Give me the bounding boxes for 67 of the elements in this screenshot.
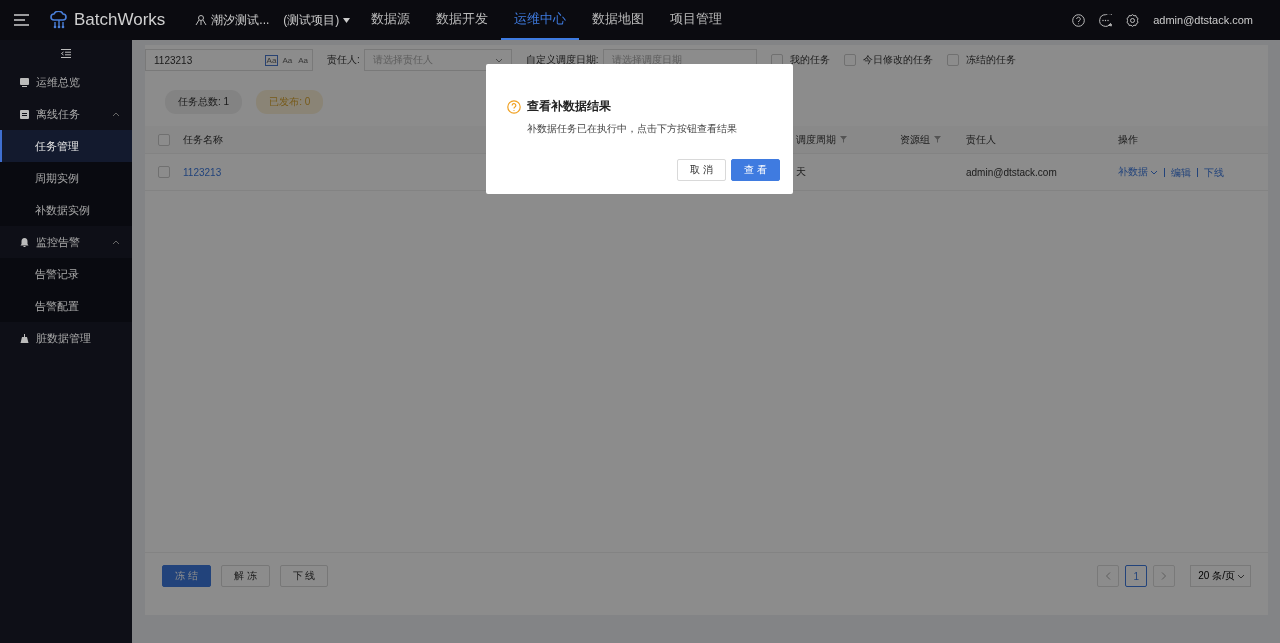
select-all-checkbox[interactable] xyxy=(158,133,170,146)
nav-tab[interactable]: 数据源 xyxy=(358,0,424,40)
sidebar-item[interactable]: 离线任务 xyxy=(0,98,132,130)
date-label: 自定义调度日期: xyxy=(525,53,599,67)
sidebar-item[interactable]: 任务管理 xyxy=(0,130,132,162)
chevron-left-icon xyxy=(1105,572,1112,580)
sidebar-item[interactable]: 监控告警 xyxy=(0,226,132,258)
summary-tag: 任务总数: 1 xyxy=(165,90,243,114)
sidebar-item[interactable]: 补数据实例 xyxy=(0,194,132,226)
task-icon xyxy=(20,109,29,119)
page-size-select[interactable]: 20 条/页 xyxy=(1190,565,1251,587)
owner-label: 责任人: xyxy=(327,53,360,67)
table-cell-text: 天 xyxy=(796,165,807,179)
nav-tab[interactable]: 项目管理 xyxy=(657,0,736,40)
cloud-logo-icon xyxy=(50,11,68,29)
column-header: 操作 xyxy=(1118,132,1139,147)
sidebar-item[interactable]: 周期实例 xyxy=(0,162,132,194)
caret-icon xyxy=(1237,573,1245,579)
dialog-title: 查看补数据结果 xyxy=(527,98,611,115)
dialog-button[interactable]: 查 看 xyxy=(731,159,780,181)
match-option[interactable]: Aa xyxy=(296,54,310,66)
dialog-message: 补数据任务已在执行中，点击下方按钮查看结果 xyxy=(527,122,738,136)
nav-tab[interactable]: 数据地图 xyxy=(579,0,658,40)
sidebar-item[interactable]: 告警记录 xyxy=(0,258,132,290)
help-icon xyxy=(507,99,521,114)
app-title: BatchWorks xyxy=(74,10,166,30)
filter-checkbox[interactable]: 冻结的任务 xyxy=(946,53,1016,67)
action-link[interactable]: 下线 xyxy=(1197,167,1230,177)
message-icon[interactable] xyxy=(1099,13,1113,27)
chevron-icon xyxy=(112,239,120,245)
filter-checkbox[interactable]: 今日修改的任务 xyxy=(843,53,933,67)
action-button[interactable]: 下 线 xyxy=(279,565,329,587)
collapse-icon[interactable] xyxy=(61,48,71,58)
user-email[interactable]: admin@dtstack.com xyxy=(1153,14,1253,26)
sidebar-item[interactable]: 脏数据管理 xyxy=(0,322,132,354)
caret-icon xyxy=(494,57,503,63)
monitor-icon xyxy=(20,77,29,87)
chevron-icon xyxy=(112,111,120,117)
match-option[interactable]: Aa xyxy=(280,54,295,66)
search-field[interactable]: 1123213 Aa Aa Aa xyxy=(145,49,313,71)
help-icon[interactable] xyxy=(1072,13,1086,27)
action-button[interactable]: 解 冻 xyxy=(220,565,270,587)
sidebar-item[interactable]: 告警配置 xyxy=(0,290,132,322)
project-name[interactable]: 潮汐测试... xyxy=(211,11,270,29)
summary-tag: 已发布: 0 xyxy=(256,90,324,114)
settings-icon[interactable] xyxy=(1126,13,1140,27)
column-header: 任务名称 xyxy=(183,132,224,147)
action-button[interactable]: 冻 结 xyxy=(162,565,211,587)
column-header: 调度周期 xyxy=(796,132,900,147)
page-button[interactable]: 1 xyxy=(1125,565,1148,587)
menu-icon[interactable] xyxy=(14,14,29,26)
chevron-right-icon xyxy=(1161,572,1168,580)
project-tag: (测试项目) xyxy=(283,11,340,29)
action-link[interactable]: 补数据 xyxy=(1118,165,1164,179)
sidebar-item[interactable]: 运维总览 xyxy=(0,66,132,98)
row-checkbox[interactable] xyxy=(158,166,170,178)
nav-tab[interactable]: 数据开发 xyxy=(423,0,502,40)
bell-icon xyxy=(20,237,29,247)
project-icon xyxy=(195,14,208,26)
column-header: 资源组 xyxy=(900,132,966,147)
table-cell-text: admin@dtstack.com xyxy=(966,166,1058,178)
match-option[interactable]: Aa xyxy=(264,54,279,66)
broom-icon xyxy=(20,333,29,343)
caret-icon xyxy=(343,17,351,23)
action-link[interactable]: 编辑 xyxy=(1164,167,1197,177)
dialog-button[interactable]: 取 消 xyxy=(677,159,727,181)
column-header: 责任人 xyxy=(966,132,997,147)
